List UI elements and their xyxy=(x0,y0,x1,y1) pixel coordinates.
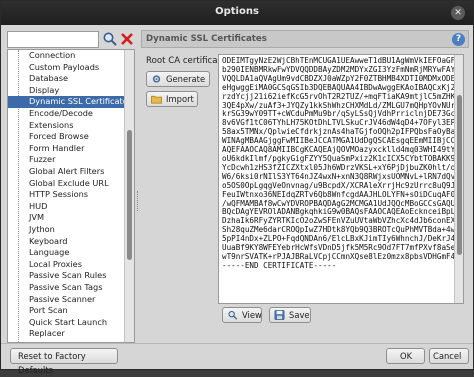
tree-item[interactable]: Form Handler xyxy=(8,143,124,155)
certificate-scrollbar[interactable] xyxy=(454,55,463,303)
tree-item[interactable]: Custom Payloads xyxy=(8,62,124,74)
tree-item[interactable]: Global Exclude URL xyxy=(8,178,124,190)
tree-item[interactable]: Display xyxy=(8,85,124,97)
tree-item[interactable]: Global Alert Filters xyxy=(8,166,124,178)
tree-item[interactable]: Keyboard xyxy=(8,236,124,248)
tree-item[interactable]: Local Proxies xyxy=(8,259,124,271)
tree-item[interactable]: JVM xyxy=(8,212,124,224)
magnifier-icon xyxy=(228,310,238,320)
panel-header: Dynamic SSL Certificates ? xyxy=(141,30,469,48)
reset-label: Reset to Factory Defaults xyxy=(18,351,86,375)
tree-item[interactable]: Port Scan xyxy=(8,305,124,317)
tree-item[interactable]: Passive Scan Rules xyxy=(8,270,124,282)
panel-title: Dynamic SSL Certificates xyxy=(146,34,267,44)
tree-item-selected[interactable]: Dynamic SSL Certificates xyxy=(8,96,124,108)
split-pane-handle[interactable] xyxy=(137,191,139,211)
view-label: View xyxy=(242,310,262,320)
close-icon[interactable]: ✕ xyxy=(451,6,465,20)
tree-item[interactable]: Jython xyxy=(8,224,124,236)
import-label: Import xyxy=(166,94,194,104)
save-label: Save xyxy=(289,310,310,320)
import-button[interactable]: Import xyxy=(146,91,198,107)
cancel-label: Cancel xyxy=(433,351,462,361)
search-input[interactable] xyxy=(7,31,99,48)
tree-item[interactable]: Passive Scan Tags xyxy=(8,282,124,294)
tree-item[interactable]: Forced Browse xyxy=(8,131,124,143)
options-tree-list: Connection Custom Payloads Database Display… xyxy=(8,50,124,342)
options-dialog: Options ✕ Connection Custom Payloads Datab… xyxy=(0,0,474,375)
tree-item[interactable]: HUD xyxy=(8,201,124,213)
window-title: Options xyxy=(215,6,259,17)
root-ca-label: Root CA certifica... xyxy=(146,56,226,66)
generate-button[interactable]: Generate xyxy=(146,71,210,87)
view-button[interactable]: View xyxy=(222,307,262,323)
floppy-disk-icon xyxy=(274,310,285,320)
cancel-button[interactable]: Cancel xyxy=(429,348,469,364)
certificate-textarea[interactable]: ODEIMTgyNzE2WjCBhTEnMCUGA1UEAwweT1dBU1Ag… xyxy=(218,54,464,304)
reset-to-defaults-button[interactable]: Reset to Factory Defaults xyxy=(10,348,118,375)
tree-item[interactable]: Language xyxy=(8,247,124,259)
tree-item[interactable]: Passive Scanner xyxy=(8,294,124,306)
footer-separator xyxy=(1,343,473,344)
gear-icon xyxy=(152,75,161,83)
tree-item[interactable]: Quick Start Launch xyxy=(8,317,124,329)
certificate-text: ODEIMTgyNzE2WjCBhTEnMCUGA1UEAwweT1dBU1Ag… xyxy=(222,56,464,270)
ok-label: OK xyxy=(400,351,413,361)
tree-item[interactable]: Connection xyxy=(8,50,124,62)
tree-item[interactable]: Database xyxy=(8,73,124,85)
search-icon[interactable] xyxy=(102,31,118,47)
tree-scrollbar-thumb[interactable] xyxy=(127,130,132,260)
tree-item[interactable]: Extensions xyxy=(8,120,124,132)
generate-label: Generate xyxy=(166,74,206,84)
tree-item[interactable]: Fuzzer xyxy=(8,154,124,166)
tree-item[interactable]: Encode/Decode xyxy=(8,108,124,120)
certificate-scrollbar-thumb[interactable] xyxy=(457,95,462,255)
tree-item[interactable]: HTTP Sessions xyxy=(8,189,124,201)
options-tree[interactable]: Connection Custom Payloads Database Display… xyxy=(7,49,135,343)
help-icon[interactable]: ? xyxy=(452,33,465,46)
ok-button[interactable]: OK xyxy=(386,348,425,364)
tree-scrollbar[interactable] xyxy=(124,50,134,342)
folder-icon xyxy=(151,95,162,104)
title-bar: Options ✕ xyxy=(1,1,473,25)
tree-item[interactable]: Replacer xyxy=(8,328,124,340)
save-button[interactable]: Save xyxy=(269,307,311,323)
clear-search-icon[interactable] xyxy=(119,31,135,47)
